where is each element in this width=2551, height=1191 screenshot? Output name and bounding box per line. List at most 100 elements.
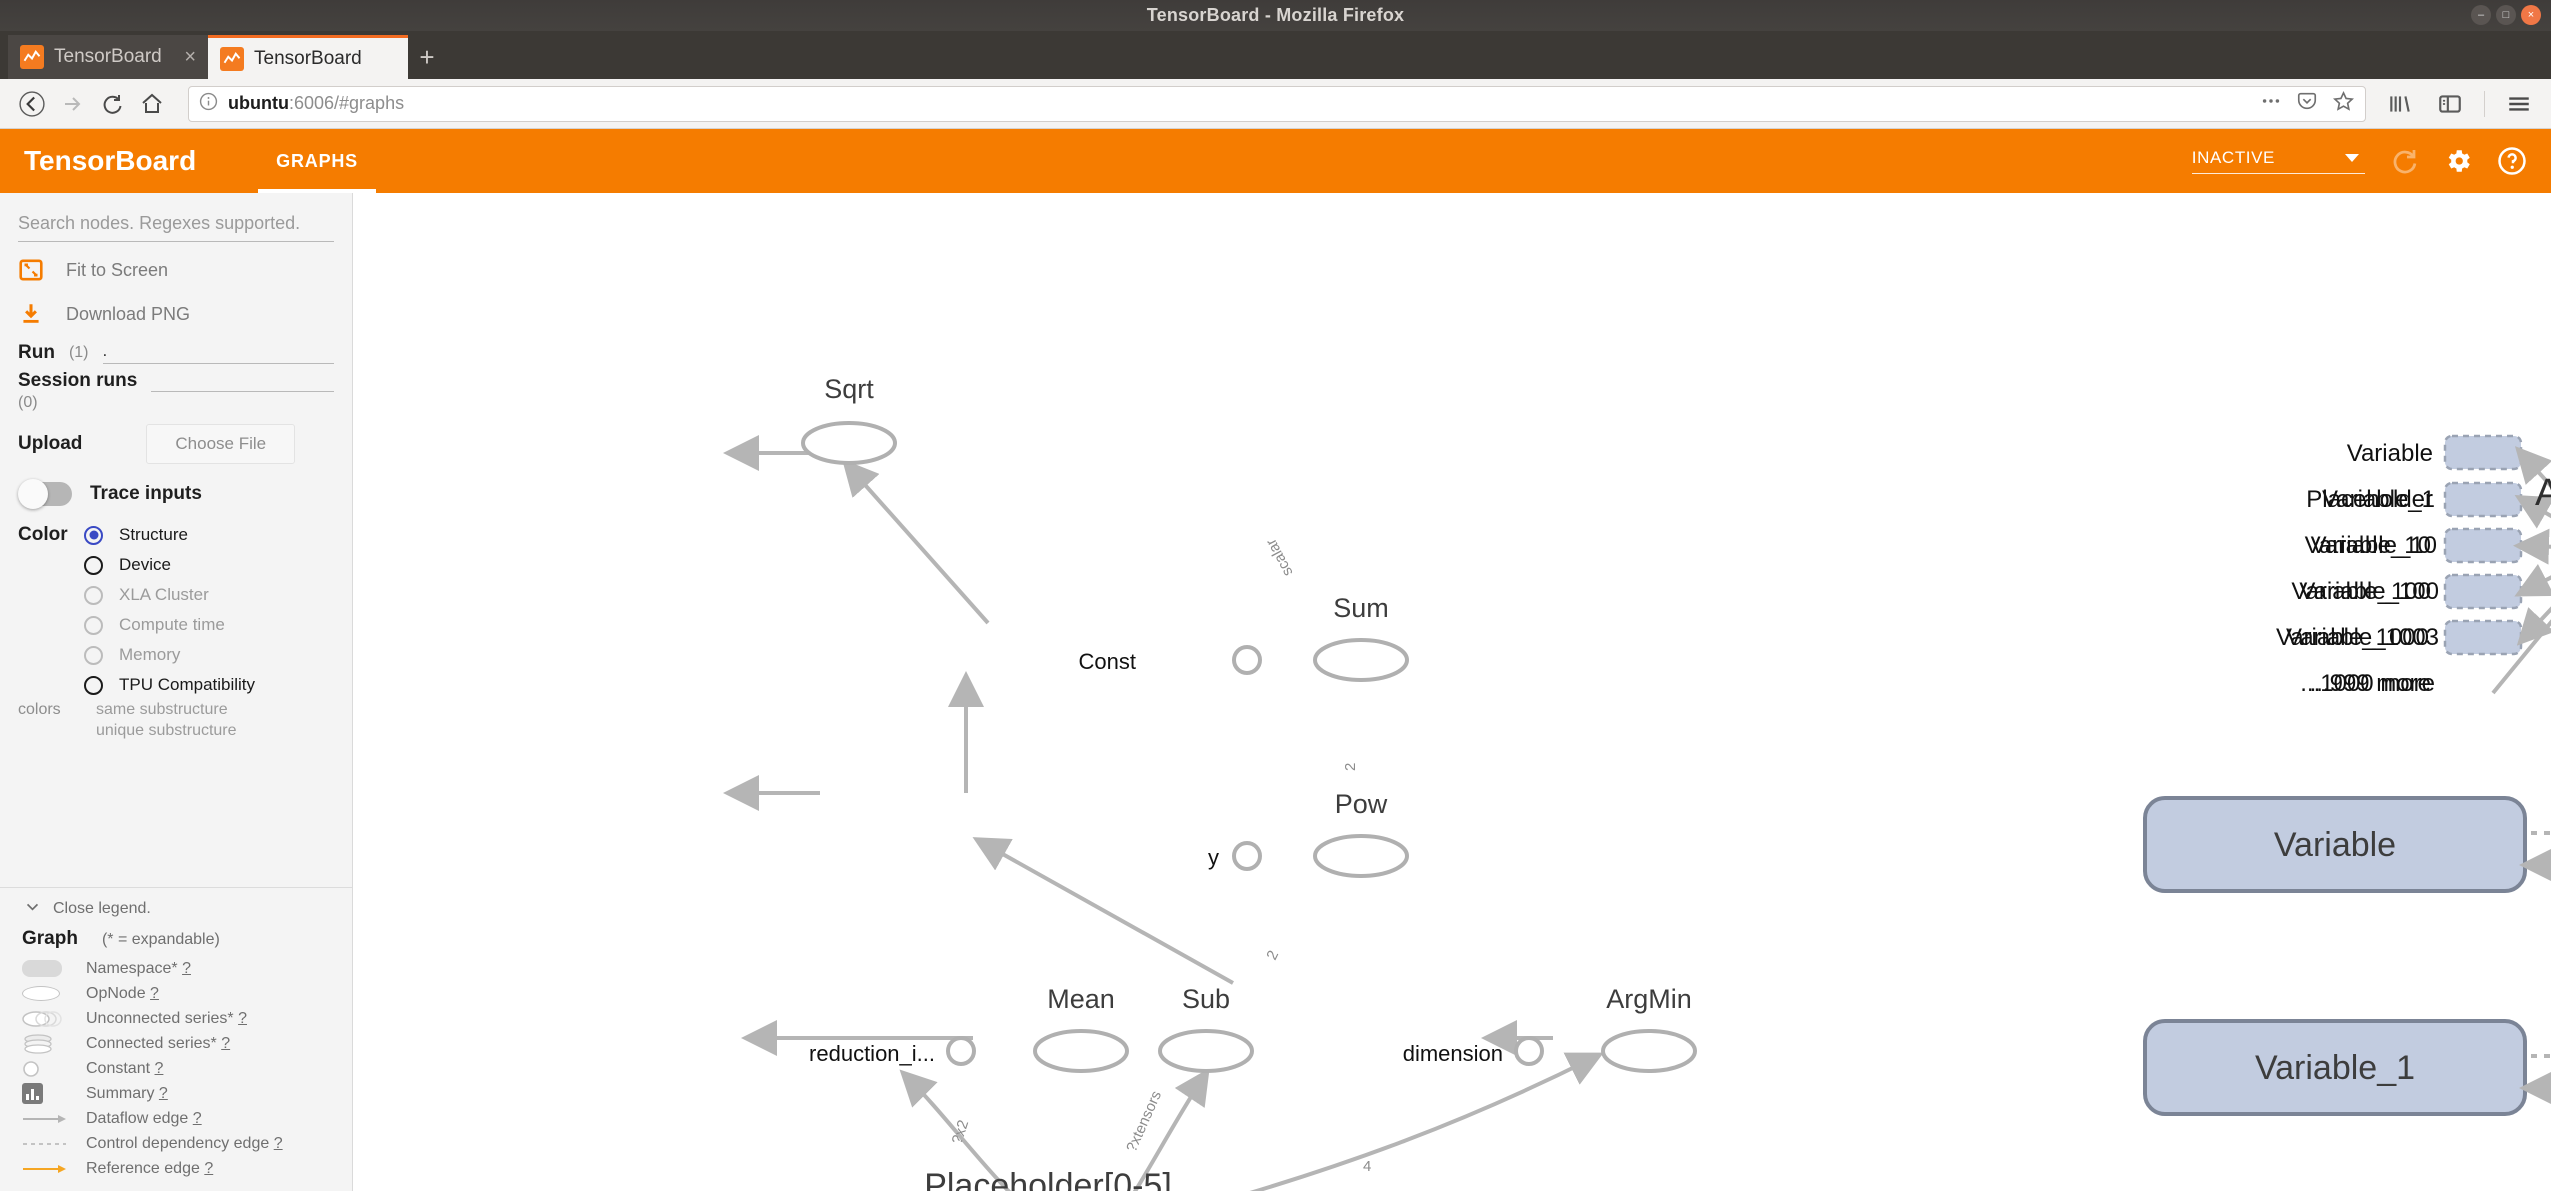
run-select[interactable]: . xyxy=(102,341,334,364)
color-option-structure[interactable]: Structure xyxy=(84,522,255,548)
color-option-structure-label: Structure xyxy=(119,525,188,544)
tab-graphs[interactable]: GRAPHS xyxy=(258,129,376,193)
browser-tab-1-label: TensorBoard xyxy=(54,46,162,67)
browser-tab-1[interactable]: TensorBoard × xyxy=(8,35,208,79)
legend-help-reference-edge[interactable]: ? xyxy=(204,1160,213,1177)
cluster-box-3[interactable] xyxy=(2443,527,2523,564)
legend-row-constant: Constant ? xyxy=(18,1056,334,1081)
cluster-box-1[interactable] xyxy=(2443,434,2523,471)
sidebar-icon[interactable] xyxy=(2430,84,2470,124)
legend-help-summary[interactable]: ? xyxy=(159,1085,168,1102)
graph-legend: Close legend. Graph (* = expandable) Nam… xyxy=(0,887,352,1191)
reload-button[interactable] xyxy=(92,84,132,124)
refresh-icon[interactable] xyxy=(2389,146,2419,176)
forward-button[interactable] xyxy=(52,84,92,124)
fit-to-screen-icon xyxy=(18,257,44,283)
session-runs-select[interactable] xyxy=(151,370,334,392)
home-button[interactable] xyxy=(132,84,172,124)
tensorboard-brand[interactable]: TensorBoard xyxy=(24,145,196,177)
trace-inputs-toggle[interactable] xyxy=(18,479,72,509)
node-sqrt-shape[interactable] xyxy=(801,421,897,465)
edge-label-placeholder-mean: ?x2 xyxy=(949,1118,973,1146)
download-png-button[interactable]: Download PNG xyxy=(0,292,352,336)
legend-help-connected-series[interactable]: ? xyxy=(221,1035,230,1052)
node-dimension-shape[interactable] xyxy=(1514,1036,1544,1066)
close-button[interactable]: × xyxy=(2521,5,2541,25)
graph-canvas[interactable]: Sqrt Sum Const Pow y Mean Sub reduction_… xyxy=(353,193,2551,1191)
browser-tab-2[interactable]: TensorBoard xyxy=(208,35,408,79)
page-actions-icon[interactable] xyxy=(2260,90,2282,117)
legend-help-control-dependency-edge[interactable]: ? xyxy=(274,1135,283,1152)
url-text: ubuntu:6006/#graphs xyxy=(228,93,2250,114)
color-option-xla-cluster: XLA Cluster xyxy=(84,582,255,608)
unconnected-series-icon xyxy=(22,1009,68,1029)
bookmark-star-icon[interactable] xyxy=(2332,90,2355,118)
choose-file-button[interactable]: Choose File xyxy=(146,424,296,464)
legend-label-dataflow-edge: Dataflow edge xyxy=(86,1109,189,1127)
back-button[interactable] xyxy=(12,84,52,124)
node-sqrt-label: Sqrt xyxy=(824,374,874,404)
color-options: Structure Device XLA Cluster Compute tim… xyxy=(84,522,255,698)
pocket-icon[interactable] xyxy=(2296,90,2318,117)
url-bar[interactable]: ubuntu:6006/#graphs xyxy=(188,85,2366,122)
tensorboard-header-right: INACTIVE xyxy=(2191,146,2527,176)
tensorboard-tabs: GRAPHS xyxy=(258,129,376,193)
node-argmin-shape[interactable] xyxy=(1601,1029,1697,1073)
info-circle-icon[interactable] xyxy=(199,92,218,116)
color-option-tpu-compatibility[interactable]: TPU Compatibility xyxy=(84,672,255,698)
color-option-device-label: Device xyxy=(119,555,171,574)
cluster-box-4[interactable] xyxy=(2443,573,2523,610)
cluster-box-5[interactable] xyxy=(2443,619,2523,656)
legend-help-namespace[interactable]: ? xyxy=(182,960,191,977)
close-legend-button[interactable]: Close legend. xyxy=(18,898,334,926)
node-const-shape[interactable] xyxy=(1232,645,1262,675)
color-option-device[interactable]: Device xyxy=(84,552,255,578)
radio-structure-icon[interactable] xyxy=(84,525,103,545)
node-const-label: Const xyxy=(1079,649,1136,674)
radio-device-icon[interactable] xyxy=(84,555,103,575)
search-input[interactable] xyxy=(18,209,334,242)
new-tab-button[interactable]: + xyxy=(408,35,446,79)
fit-to-screen-button[interactable]: Fit to Screen xyxy=(0,248,352,292)
edge-label-placeholder-argmin: 4 xyxy=(1363,1158,1371,1175)
legend-label-namespace: Namespace* xyxy=(86,959,178,977)
settings-gear-icon[interactable] xyxy=(2443,146,2473,176)
legend-help-dataflow-edge[interactable]: ? xyxy=(193,1110,202,1127)
browser-tab-1-close-icon[interactable]: × xyxy=(184,46,196,69)
connected-series-icon xyxy=(22,1033,68,1055)
legend-help-unconnected-series[interactable]: ? xyxy=(238,1010,247,1027)
toggle-knob xyxy=(18,479,48,509)
legend-label-summary: Summary xyxy=(86,1084,155,1102)
legend-label-reference-edge: Reference edge xyxy=(86,1159,200,1177)
color-swatch-unique-text: unique substructure xyxy=(96,722,237,739)
cluster-label-999-more: ...999 more xyxy=(2310,670,2431,697)
maximize-button[interactable]: □ xyxy=(2496,5,2516,25)
right-cluster[interactable]: Variable Placeholder Variable_1 Variable… xyxy=(2276,434,2551,697)
node-sum-label: Sum xyxy=(1333,593,1389,623)
legend-help-constant[interactable]: ? xyxy=(155,1060,164,1077)
node-sum-shape[interactable] xyxy=(1313,638,1409,682)
minimize-button[interactable]: – xyxy=(2471,5,2491,25)
library-icon[interactable] xyxy=(2380,84,2420,124)
radio-tpu-compatibility-icon[interactable] xyxy=(84,675,103,695)
cluster-box-2[interactable] xyxy=(2443,481,2523,518)
node-mean-label: Mean xyxy=(1047,984,1115,1014)
node-sub-shape[interactable] xyxy=(1158,1029,1254,1073)
graph-svg[interactable]: Sqrt Sum Const Pow y Mean Sub reduction_… xyxy=(353,193,2551,1191)
node-reduction-indices-shape[interactable] xyxy=(946,1036,976,1066)
trace-inputs-row[interactable]: Trace inputs xyxy=(0,464,352,509)
menu-icon[interactable] xyxy=(2499,84,2539,124)
color-swatch-same-text: same substructure xyxy=(96,701,228,718)
node-mean-shape[interactable] xyxy=(1033,1029,1129,1073)
edge-sub-to-pow xyxy=(972,837,1234,985)
legend-row-opnode: OpNode ? xyxy=(18,981,334,1006)
legend-help-opnode[interactable]: ? xyxy=(150,985,159,1002)
help-icon[interactable] xyxy=(2497,146,2527,176)
edge-sum-to-sqrt xyxy=(842,459,990,625)
reload-mode-select[interactable]: INACTIVE xyxy=(2191,148,2365,174)
legend-label-opnode: OpNode xyxy=(86,984,146,1002)
node-pow-shape[interactable] xyxy=(1313,834,1409,878)
node-y-shape[interactable] xyxy=(1232,841,1262,871)
chevron-down-icon xyxy=(2345,154,2359,162)
download-icon xyxy=(18,301,44,327)
